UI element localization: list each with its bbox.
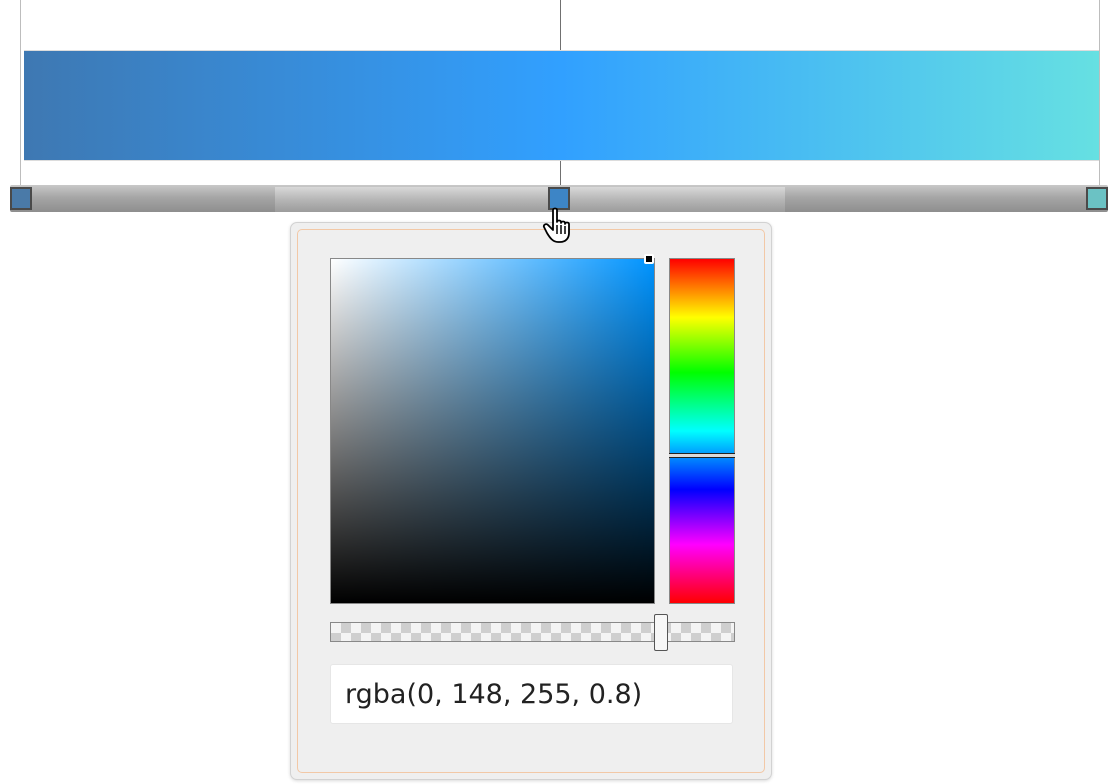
alpha-slider[interactable] (330, 622, 735, 642)
brightness-overlay (331, 259, 654, 603)
hand-cursor-icon (542, 207, 570, 243)
hue-slider[interactable] (669, 258, 735, 604)
stop-guide-line (1099, 0, 1100, 186)
stop-track-highlight (275, 187, 785, 212)
gradient-editor (0, 0, 1115, 784)
saturation-brightness-field[interactable] (330, 258, 655, 604)
gradient-preview (24, 50, 1099, 161)
hue-slider-handle[interactable] (669, 453, 735, 459)
saturation-brightness-handle[interactable] (644, 254, 654, 264)
color-value-input[interactable] (330, 664, 733, 724)
stop-handle[interactable] (1086, 187, 1108, 210)
stop-handle[interactable] (10, 187, 32, 210)
stop-guide-line (20, 0, 21, 186)
alpha-slider-handle[interactable] (654, 614, 668, 651)
